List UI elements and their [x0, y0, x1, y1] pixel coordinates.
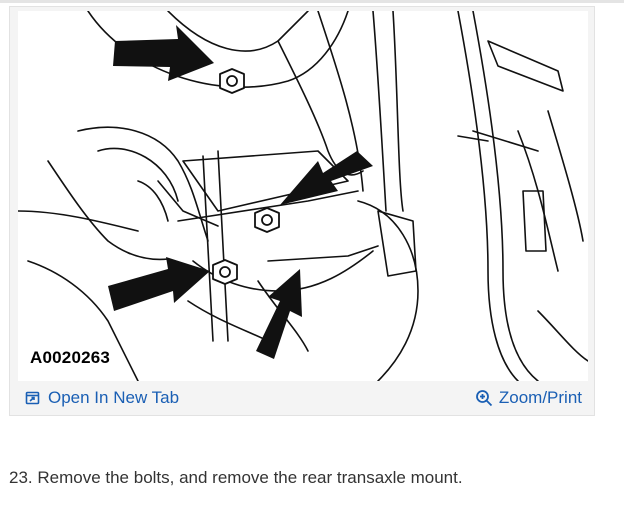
step-instruction: 23. Remove the bolts, and remove the rea… [9, 468, 463, 487]
open-in-new-tab-label: Open In New Tab [48, 388, 180, 407]
figure-card: A0020263 Open In New Tab Zoom/Print [9, 6, 595, 416]
zoom-print-link[interactable]: Zoom/Print [475, 388, 582, 408]
open-in-new-tab-link[interactable]: Open In New Tab [24, 388, 179, 408]
top-divider [0, 0, 624, 3]
figure-action-bar: Open In New Tab Zoom/Print [10, 381, 594, 415]
zoom-print-label: Zoom/Print [498, 388, 582, 407]
open-external-icon [24, 389, 42, 407]
zoom-in-icon [475, 389, 493, 407]
diagram-image: A0020263 [18, 11, 588, 381]
figure-id-label: A0020263 [30, 348, 111, 367]
